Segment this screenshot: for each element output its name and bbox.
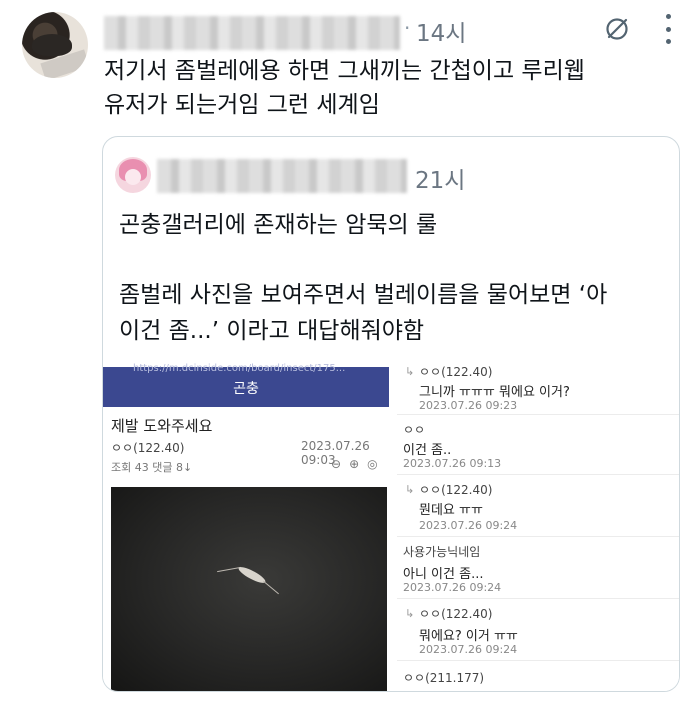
comment-date: 2023.07.26 09:24 (419, 519, 518, 532)
comment-user: ㅇㅇ (403, 423, 426, 437)
zoom-in-icon: ⊕ (349, 457, 360, 471)
grok-icon[interactable] (604, 16, 630, 42)
share-icon: ◎ (367, 457, 378, 471)
insect-antenna (217, 566, 241, 573)
quoted-blurred-username (157, 159, 407, 193)
reply-arrow-icon: ↳ (405, 607, 415, 620)
post-title: 제발 도와주세요 (111, 417, 213, 435)
reply-arrow-icon: ↳ (405, 365, 415, 378)
quoted-avatar (115, 157, 151, 193)
post-action-icons: ⊖ ⊕ ◎ (331, 457, 378, 471)
comment-date: 2023.07.26 09:13 (403, 457, 502, 470)
comment-panel: ↳ ㅇㅇ(122.40) 그니까 ㅠㅠㅠ 뭐에요 이거? 2023.07.26 … (397, 365, 679, 691)
tweet-text: 저기서 좀벌레에용 하면 그새끼는 간첩이고 루리웹 유저가 되는거임 그런 세… (104, 54, 684, 122)
comment-text: 뭔데요 ㅠㅠ (419, 503, 483, 518)
quoted-avatar-face (125, 169, 141, 185)
comment-item: 사용가능닉네임 아니 이건 좀... 2023.07.26 09:24 (397, 537, 679, 599)
quoted-tweet[interactable]: 21시 곤충갤러리에 존재하는 암묵의 룰 좀벌레 사진을 보여주면서 벌레이름… (102, 136, 680, 692)
url-fragment: https://m.dcinside.com/board/insect/175.… (133, 363, 346, 374)
comment-text: 그니까 ㅠㅠㅠ 뭐에요 이거? (419, 385, 570, 400)
embedded-screenshot[interactable]: https://m.dcinside.com/board/insect/175.… (103, 363, 679, 691)
separator-dot: · (404, 16, 411, 40)
avatar[interactable] (22, 12, 88, 78)
comment-text: 이건 좀.. (403, 443, 452, 458)
comment-text: 뭐에요? 이거 ㅠㅠ (419, 629, 518, 644)
post-user: ㅇㅇ(122.40) (111, 441, 185, 455)
comment-user: 사용가능닉네임 (403, 545, 481, 559)
comment-user: ㅇㅇ(122.40) (419, 365, 493, 379)
comment-item: ↳ ㅇㅇ(122.40) 뭔데요 ㅠㅠ 2023.07.26 09:24 (397, 475, 679, 537)
quoted-text-line-1: 곤충갤러리에 존재하는 암묵의 룰 (119, 212, 438, 238)
quoted-text: 곤충갤러리에 존재하는 암묵의 룰 좀벌레 사진을 보여주면서 벌레이름을 물어… (119, 207, 669, 349)
more-options-icon[interactable] (664, 14, 672, 44)
post-panel: https://m.dcinside.com/board/insect/175.… (103, 363, 389, 691)
comment-item: ↳ ㅇㅇ(122.40) 뭐에요? 이거 ㅠㅠ 2023.07.26 09:24 (397, 599, 679, 661)
tweet-time[interactable]: 14시 (416, 14, 466, 48)
comment-user: ㅇㅇ(122.40) (419, 607, 493, 621)
quoted-time: 21시 (415, 168, 466, 194)
quoted-text-line-3: 이건 좀...’ 이라고 대답해줘야함 (119, 318, 425, 344)
tweet-text-line-1: 저기서 좀벌레에용 하면 그새끼는 간첩이고 루리웹 (104, 58, 585, 84)
post-meta: 조회 43 댓글 8↓ (111, 461, 193, 474)
zoom-out-icon: ⊖ (331, 457, 342, 471)
comment-item: ㅇㅇ(211.177) (397, 661, 679, 691)
quoted-text-line-2: 좀벌레 사진을 보여주면서 벌레이름을 물어보면 ‘아 (119, 282, 608, 308)
comment-user: ㅇㅇ(122.40) (419, 483, 493, 497)
comment-date: 2023.07.26 09:24 (403, 581, 502, 594)
gallery-header-bar: https://m.dcinside.com/board/insect/175.… (103, 363, 389, 407)
silverfish-photo (111, 487, 387, 691)
reply-arrow-icon: ↳ (405, 483, 415, 496)
comment-text: 아니 이건 좀... (403, 567, 484, 582)
gallery-name: 곤충 (233, 381, 259, 397)
blurred-username[interactable] (104, 16, 400, 50)
comment-item: ↳ ㅇㅇ(122.40) 그니까 ㅠㅠㅠ 뭐에요 이거? 2023.07.26 … (397, 361, 679, 415)
comment-date: 2023.07.26 09:24 (419, 643, 518, 656)
tweet-text-line-2: 유저가 되는거임 그런 세계임 (104, 92, 380, 118)
comment-item: ㅇㅇ 이건 좀.. 2023.07.26 09:13 (397, 415, 679, 475)
comment-user: ㅇㅇ(211.177) (403, 671, 485, 685)
comment-date: 2023.07.26 09:23 (419, 399, 518, 412)
silverfish-insect (236, 564, 268, 586)
insect-tail (263, 580, 279, 595)
avatar-bat-image (32, 34, 72, 56)
